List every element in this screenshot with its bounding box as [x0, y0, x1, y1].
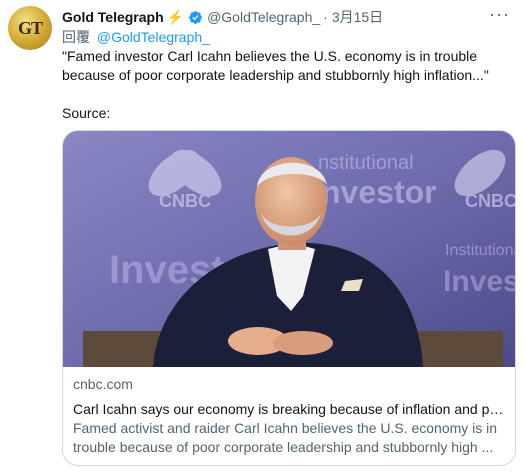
lightning-icon: ⚡ [166, 8, 185, 25]
source-label: Source: [62, 105, 111, 121]
avatar-logo-text: GT [17, 17, 43, 38]
more-icon[interactable]: ··· [489, 4, 510, 25]
backdrop-text-5: Inves [443, 265, 515, 298]
cnbc-logo-text: CNBC [159, 191, 211, 211]
tweet-header: Gold Telegraph ⚡ @GoldTelegraph_ · 3月15日 [62, 7, 383, 27]
backdrop-text-1: nstitutional [318, 152, 414, 174]
tweet-date[interactable]: 3月15日 [332, 7, 383, 27]
display-name[interactable]: Gold Telegraph [62, 9, 164, 25]
verified-badge-icon [189, 10, 202, 24]
avatar[interactable]: GT [8, 6, 52, 50]
card-domain[interactable]: cnbc.com [73, 375, 507, 394]
photo-illustration: nstitutional nvestor Invest Institutiona… [63, 131, 515, 367]
user-handle[interactable]: @GoldTelegraph_ [207, 9, 320, 25]
reply-mention-link[interactable]: @GoldTelegraph_ [97, 29, 210, 45]
backdrop-text-2: nvestor [321, 174, 437, 210]
tweet-quote: "Famed investor Carl Icahn believes the … [62, 48, 489, 83]
link-preview-card[interactable]: nstitutional nvestor Invest Institutiona… [62, 130, 516, 466]
card-text: cnbc.com Carl Icahn says our economy is … [73, 375, 507, 457]
reply-context: 回覆 @GoldTelegraph_ [62, 27, 210, 47]
card-description: Famed activist and raider Carl Icahn bel… [73, 420, 498, 455]
tweet-text: "Famed investor Carl Icahn believes the … [62, 47, 512, 123]
cnbc-logo-text: CNBC [465, 191, 515, 211]
reply-prefix: 回覆 [62, 29, 90, 45]
article-photo[interactable]: nstitutional nvestor Invest Institutiona… [63, 131, 515, 367]
separator-dot: · [323, 9, 328, 25]
card-headline[interactable]: Carl Icahn says our economy is breaking … [73, 400, 507, 419]
backdrop-text-4: Institutional [445, 242, 515, 259]
